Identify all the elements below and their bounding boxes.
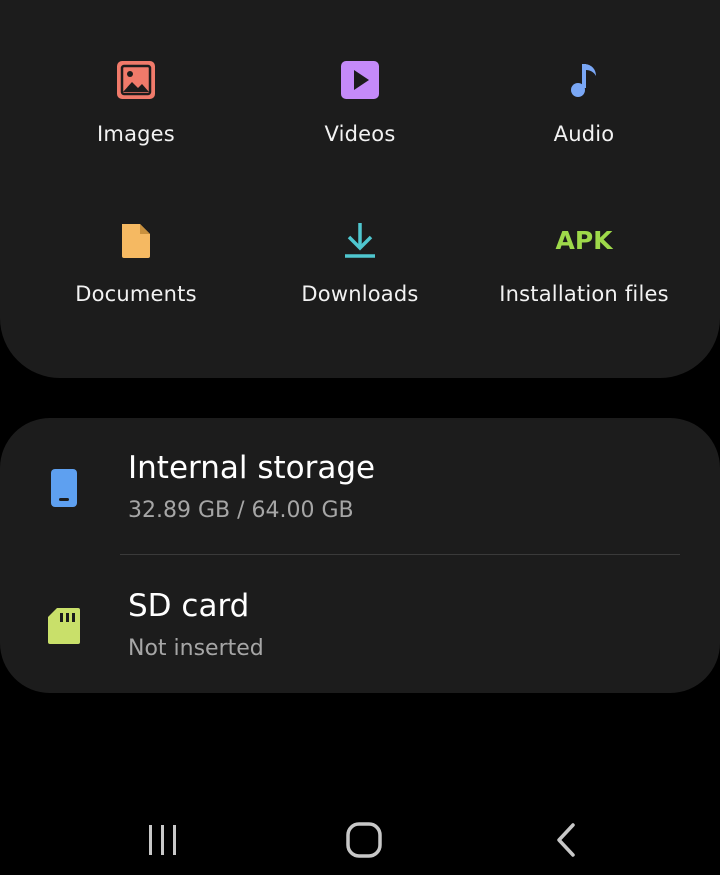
storage-usage: 32.89 GB / 64.00 GB [128,498,354,523]
video-icon [338,58,382,102]
music-note-icon [562,58,606,102]
phone-icon [44,466,84,510]
apk-icon-text: APK [555,225,613,255]
screen: Images Videos Audio Documents Downloads … [0,0,720,875]
image-icon [114,58,158,102]
storage-status: Not inserted [128,636,264,661]
sd-card-icon [44,604,84,648]
category-label: Audio [553,122,615,146]
storage-card: Internal storage 32.89 GB / 64.00 GB SD … [0,418,720,693]
category-label: Images [97,122,175,146]
back-icon [551,822,581,858]
recents-icon [145,822,181,858]
category-installation-files[interactable]: APK Installation files [464,218,704,358]
category-label: Documents [75,282,197,306]
document-icon [114,218,158,262]
category-label: Downloads [301,282,419,306]
storage-title: Internal storage [128,450,376,486]
back-button[interactable] [536,810,596,870]
home-icon [345,821,383,859]
recents-button[interactable] [133,810,193,870]
download-icon [338,218,382,262]
category-downloads[interactable]: Downloads [240,218,480,358]
storage-row-internal[interactable]: Internal storage 32.89 GB / 64.00 GB [0,438,720,558]
category-documents[interactable]: Documents [16,218,256,358]
storage-row-sd-card[interactable]: SD card Not inserted [0,576,720,696]
category-audio[interactable]: Audio [464,58,704,198]
category-label: Installation files [499,282,669,306]
home-button[interactable] [334,810,394,870]
categories-card: Images Videos Audio Documents Downloads … [0,0,720,378]
category-images[interactable]: Images [16,58,256,198]
storage-title: SD card [128,588,250,624]
category-videos[interactable]: Videos [240,58,480,198]
category-label: Videos [324,122,396,146]
divider [120,554,680,555]
apk-icon: APK [555,218,612,262]
